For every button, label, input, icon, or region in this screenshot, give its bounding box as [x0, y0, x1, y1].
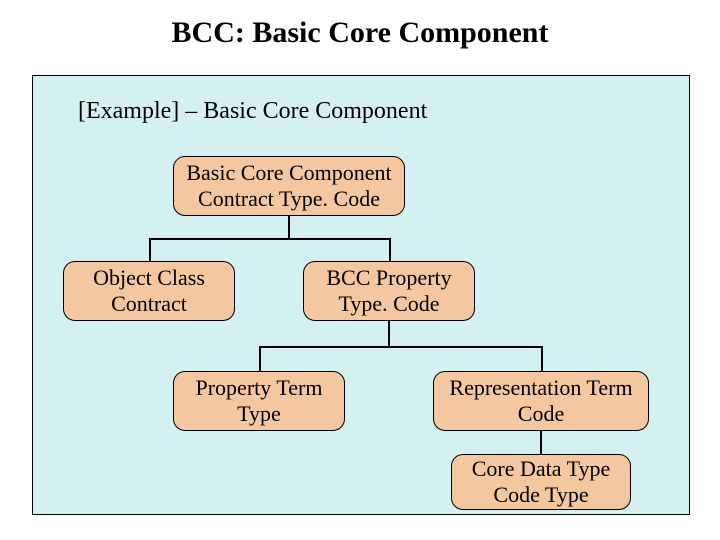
node-property-term-line1: Property Term	[196, 375, 323, 401]
node-core-data-type-line1: Core Data Type	[472, 456, 611, 482]
node-object-class-line2: Contract	[111, 291, 187, 317]
node-object-class-line1: Object Class	[93, 265, 205, 291]
node-root-line1: Basic Core Component	[186, 160, 391, 186]
example-subtitle: [Example] – Basic Core Component	[78, 98, 427, 125]
node-core-data-type: Core Data Type Code Type	[451, 454, 631, 510]
connector	[149, 238, 389, 240]
node-root: Basic Core Component Contract Type. Code	[173, 156, 405, 216]
node-representation-term-line1: Representation Term	[449, 375, 632, 401]
node-property-term: Property Term Type	[173, 371, 345, 431]
node-representation-term-line2: Code	[518, 401, 564, 427]
node-representation-term: Representation Term Code	[433, 371, 649, 431]
connector	[149, 238, 151, 261]
connector	[288, 216, 290, 238]
node-bcc-property-line1: BCC Property	[326, 265, 451, 291]
diagram-canvas: BCC: Basic Core Component [Example] – Ba…	[0, 0, 720, 540]
connector	[389, 238, 391, 261]
node-object-class: Object Class Contract	[63, 261, 235, 321]
node-core-data-type-line2: Code Type	[493, 482, 588, 508]
node-property-term-line2: Type	[237, 401, 281, 427]
connector	[388, 321, 390, 346]
connector	[259, 346, 541, 348]
connector	[259, 346, 261, 371]
connector	[541, 346, 543, 371]
example-panel: [Example] – Basic Core Component Basic C…	[32, 75, 690, 515]
node-root-line2: Contract Type. Code	[198, 186, 380, 212]
node-bcc-property: BCC Property Type. Code	[303, 261, 475, 321]
connector	[540, 431, 542, 454]
page-title: BCC: Basic Core Component	[0, 16, 720, 50]
node-bcc-property-line2: Type. Code	[338, 291, 439, 317]
